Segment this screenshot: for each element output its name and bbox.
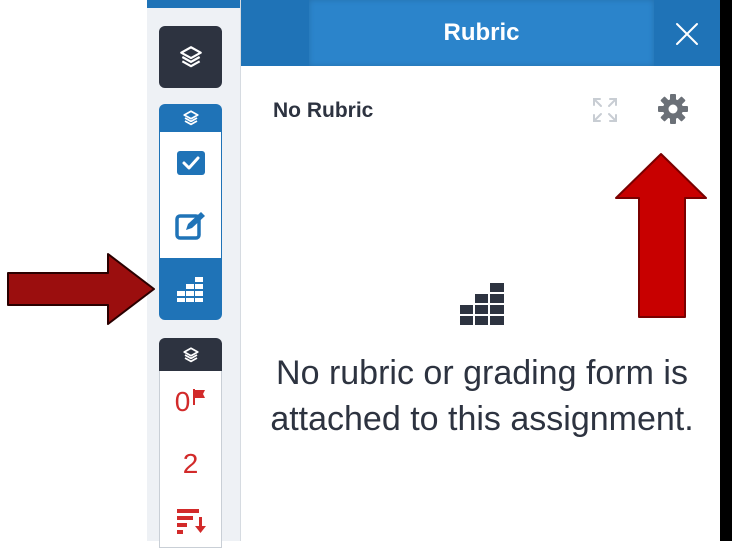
- sort-icon: [176, 509, 206, 534]
- layers-icon: [179, 46, 202, 68]
- rail-divider: [240, 0, 241, 541]
- rail-top-stripe: [147, 0, 241, 8]
- layers-button[interactable]: [159, 26, 222, 88]
- annotation-arrow-right: [7, 253, 155, 325]
- empty-state-message: No rubric or grading form is attached to…: [270, 354, 694, 438]
- layers-icon: [182, 110, 199, 126]
- expand-icon: [593, 98, 617, 122]
- layers-icon: [182, 346, 199, 362]
- expand-button[interactable]: [588, 93, 622, 127]
- settings-button[interactable]: [654, 90, 692, 128]
- tool-group-header-2[interactable]: [159, 338, 222, 371]
- rubric-status-label: No Rubric: [273, 99, 374, 122]
- rubric-grid-icon: [176, 277, 203, 302]
- rubric-tool-button[interactable]: [159, 258, 222, 320]
- close-button[interactable]: [662, 8, 712, 60]
- rubric-grid-icon: [460, 283, 504, 325]
- panel-title: Rubric: [309, 0, 654, 66]
- edit-icon: [174, 212, 205, 240]
- check-icon: [176, 151, 205, 175]
- close-icon: [676, 23, 698, 45]
- gear-icon: [658, 94, 688, 124]
- window-edge: [720, 0, 732, 541]
- sort-button[interactable]: [159, 495, 222, 548]
- tool-group-header[interactable]: [159, 104, 222, 132]
- flag-count: 0: [174, 386, 191, 417]
- count-value: 2: [182, 448, 199, 479]
- flag-icon: [193, 389, 206, 405]
- annotation-arrow-up: [615, 153, 707, 318]
- flag-count-button[interactable]: 0: [159, 371, 222, 434]
- checkmark-tool-button[interactable]: [159, 132, 222, 195]
- edit-tool-button[interactable]: [159, 194, 222, 259]
- count-button[interactable]: 2: [159, 433, 222, 496]
